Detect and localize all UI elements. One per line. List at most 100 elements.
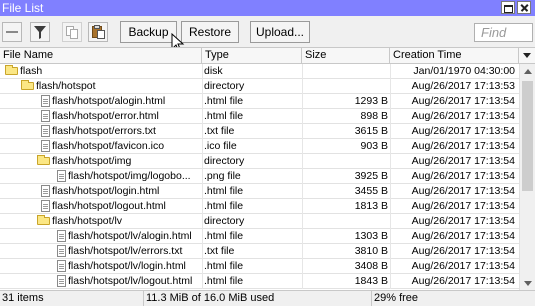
backup-button[interactable]: Backup xyxy=(120,21,177,43)
restore-window-button[interactable] xyxy=(501,1,515,14)
upload-button[interactable]: Upload... xyxy=(250,21,310,43)
file-name-cell: flash/hotspot/lv xyxy=(0,214,200,228)
file-size-cell xyxy=(302,214,390,229)
file-type-cell: .txt file xyxy=(202,244,302,259)
file-name: flash/hotspot/img/logobo... xyxy=(68,170,191,182)
file-size-cell: 3408 B xyxy=(302,259,390,274)
creation-time-cell: Aug/26/2017 17:13:54 xyxy=(390,199,519,214)
file-name: flash/hotspot xyxy=(36,80,96,92)
table-row[interactable]: flash/hotspot/lv/logout.html .html file 18… xyxy=(0,274,519,289)
table-row[interactable]: flash/hotspot/lv/errors.txt .txt file 3810… xyxy=(0,244,519,259)
file-table: File Name Type Size Creation Time flash d… xyxy=(0,47,535,291)
creation-time-cell: Aug/26/2017 17:13:54 xyxy=(390,139,519,154)
filter-button[interactable] xyxy=(30,22,50,42)
search-placeholder: Find xyxy=(481,25,507,40)
search-input[interactable]: Find xyxy=(474,23,533,42)
folder-icon xyxy=(5,65,18,75)
close-window-button[interactable] xyxy=(517,1,531,14)
file-size-cell: 1303 B xyxy=(302,229,390,244)
paste-icon xyxy=(89,23,107,41)
copy-button[interactable] xyxy=(62,22,82,42)
file-name-cell: flash/hotspot/lv/alogin.html xyxy=(0,229,200,243)
creation-time-cell: Aug/26/2017 17:13:54 xyxy=(390,229,519,244)
file-icon xyxy=(57,275,66,287)
file-icon xyxy=(57,245,66,257)
file-type-cell: directory xyxy=(202,154,302,169)
window-title: File List xyxy=(2,1,44,15)
scroll-up-icon[interactable] xyxy=(520,64,535,80)
column-header-name[interactable]: File Name xyxy=(0,48,202,63)
table-row[interactable]: flash/hotspot directory Aug/26/2017 17:13:… xyxy=(0,79,519,94)
column-header-size[interactable]: Size xyxy=(302,48,390,63)
vertical-scrollbar[interactable] xyxy=(519,64,535,291)
file-size-cell: 1843 B xyxy=(302,274,390,289)
table-row[interactable]: flash/hotspot/lv/alogin.html .html file 13… xyxy=(0,229,519,244)
file-name: flash/hotspot/lv/logout.html xyxy=(68,275,193,287)
creation-time-cell: Aug/26/2017 17:13:54 xyxy=(390,124,519,139)
file-size-cell xyxy=(302,64,390,79)
file-size-cell: 3615 B xyxy=(302,124,390,139)
title-bar: File List xyxy=(0,0,535,16)
file-type-cell: disk xyxy=(202,64,302,79)
file-icon xyxy=(41,125,50,137)
table-row[interactable]: flash/hotspot/favicon.ico .ico file 903 BA… xyxy=(0,139,519,154)
file-name: flash/hotspot/alogin.html xyxy=(52,95,166,107)
file-type-cell: .html file xyxy=(202,94,302,109)
file-icon xyxy=(41,140,50,152)
toolbar: Backup Restore Upload... Find xyxy=(0,16,535,47)
file-type-cell: .txt file xyxy=(202,124,302,139)
creation-time-cell: Aug/26/2017 17:13:54 xyxy=(390,169,519,184)
minus-icon xyxy=(3,23,21,41)
table-row[interactable]: flash/hotspot/error.html .html file 898 BA… xyxy=(0,109,519,124)
creation-time-cell: Aug/26/2017 17:13:54 xyxy=(390,184,519,199)
folder-icon xyxy=(37,155,50,165)
status-bar: 31 items 11.3 MiB of 16.0 MiB used 29% f… xyxy=(0,290,535,306)
file-name-cell: flash/hotspot/lv/logout.html xyxy=(0,274,200,288)
file-name-cell: flash/hotspot/favicon.ico xyxy=(0,139,200,153)
column-header-time[interactable]: Creation Time xyxy=(390,48,519,63)
copy-icon xyxy=(63,23,81,41)
minus-button[interactable] xyxy=(2,22,22,42)
file-icon xyxy=(41,200,50,212)
table-row[interactable]: flash/hotspot/img/logobo... .png file 3925… xyxy=(0,169,519,184)
file-icon xyxy=(41,185,50,197)
table-row[interactable]: flash disk Jan/01/1970 04:30:00 xyxy=(0,64,519,79)
creation-time-cell: Aug/26/2017 17:13:53 xyxy=(390,79,519,94)
table-row[interactable]: flash/hotspot/lv/login.html .html file 340… xyxy=(0,259,519,274)
table-header: File Name Type Size Creation Time xyxy=(0,48,535,64)
table-row[interactable]: flash/hotspot/alogin.html .html file 1293 … xyxy=(0,94,519,109)
file-type-cell: .html file xyxy=(202,229,302,244)
file-size-cell: 3925 B xyxy=(302,169,390,184)
scrollbar-thumb[interactable] xyxy=(522,81,533,191)
file-name-cell: flash/hotspot/logout.html xyxy=(0,199,200,213)
folder-icon xyxy=(21,80,34,90)
table-row[interactable]: flash/hotspot/img directory Aug/26/2017 17… xyxy=(0,154,519,169)
creation-time-cell: Aug/26/2017 17:13:54 xyxy=(390,259,519,274)
column-header-type[interactable]: Type xyxy=(202,48,302,63)
table-row[interactable]: flash/hotspot/errors.txt .txt file 3615 BA… xyxy=(0,124,519,139)
creation-time-cell: Jan/01/1970 04:30:00 xyxy=(390,64,519,79)
file-size-cell: 1813 B xyxy=(302,199,390,214)
column-menu-icon[interactable] xyxy=(519,48,535,63)
paste-button[interactable] xyxy=(88,22,108,42)
file-name: flash/hotspot/lv xyxy=(52,215,123,227)
file-size-cell: 3810 B xyxy=(302,244,390,259)
file-size-cell xyxy=(302,154,390,169)
file-type-cell: .ico file xyxy=(202,139,302,154)
restore-button[interactable]: Restore xyxy=(181,21,239,43)
file-name: flash/hotspot/lv/errors.txt xyxy=(68,245,183,257)
file-name-cell: flash/hotspot/lv/errors.txt xyxy=(0,244,200,258)
table-row[interactable]: flash/hotspot/logout.html .html file 1813 … xyxy=(0,199,519,214)
scroll-down-icon[interactable] xyxy=(520,275,535,291)
file-name: flash/hotspot/lv/alogin.html xyxy=(68,230,192,242)
table-row[interactable]: flash/hotspot/lv directory Aug/26/2017 17:… xyxy=(0,214,519,229)
file-icon xyxy=(57,260,66,272)
file-type-cell: .png file xyxy=(202,169,302,184)
file-type-cell: .html file xyxy=(202,274,302,289)
file-icon xyxy=(41,95,50,107)
table-row[interactable]: flash/hotspot/login.html .html file 3455 B… xyxy=(0,184,519,199)
file-name: flash xyxy=(20,65,43,77)
file-size-cell: 903 B xyxy=(302,139,390,154)
creation-time-cell: Aug/26/2017 17:13:54 xyxy=(390,154,519,169)
file-name: flash/hotspot/lv/login.html xyxy=(68,260,186,272)
